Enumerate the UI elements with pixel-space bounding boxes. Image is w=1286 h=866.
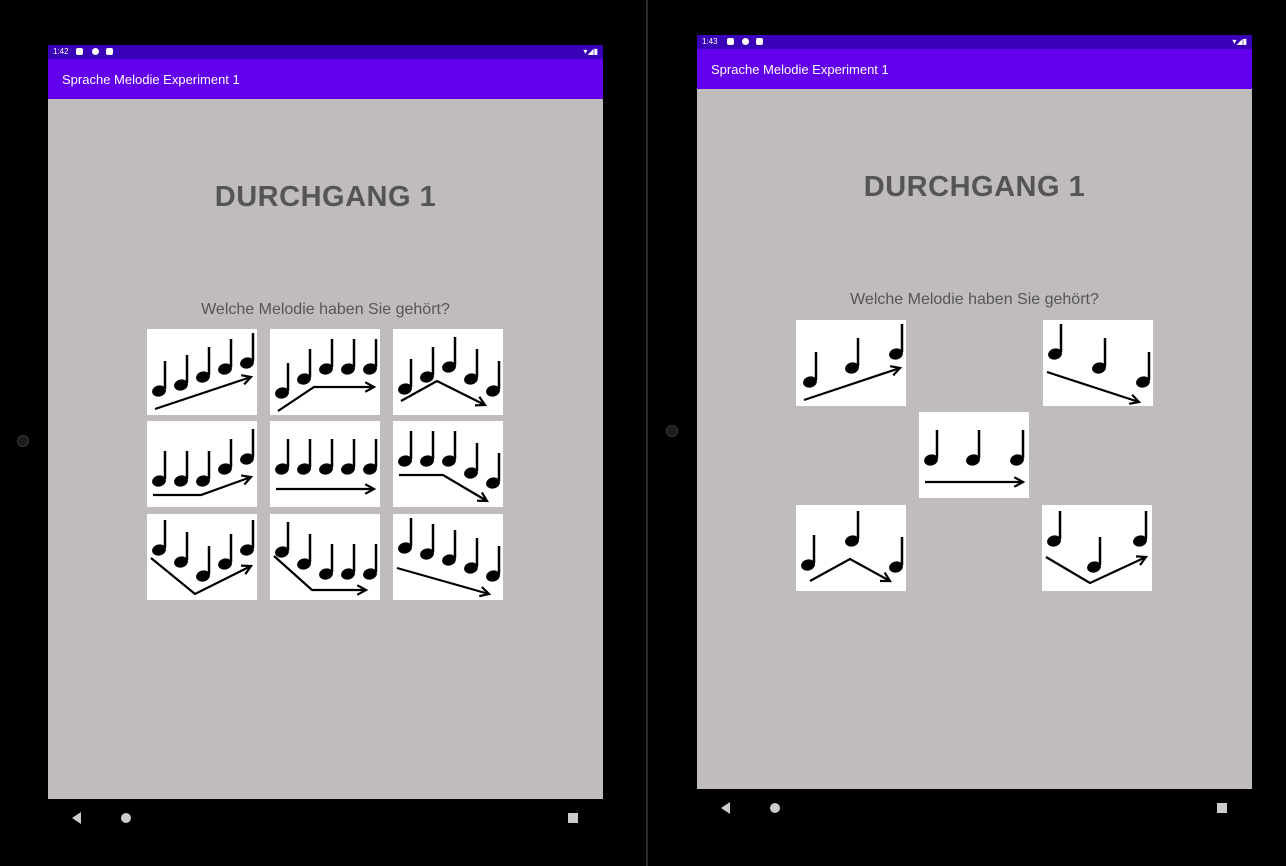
melody-arrow (400, 379, 486, 406)
melody-option-flat-then-rising[interactable] (147, 421, 257, 507)
left-device-screen: 1:42 ▾◢▮ Sprache Melodie Experiment 1 DU… (48, 45, 603, 835)
camera-icon (666, 425, 678, 437)
status-time: 1:42 (53, 47, 69, 56)
main-content: DURCHGANG 1 Welche Melodie haben Sie geh… (697, 89, 1252, 789)
melody-glyph-icon (275, 339, 378, 412)
melody-option-rising-then-flat[interactable] (270, 329, 380, 415)
melody-glyph-icon (396, 518, 501, 598)
melody-glyph-icon (273, 522, 378, 596)
home-icon[interactable] (121, 813, 131, 823)
data-saver-icon (742, 38, 749, 45)
melody-glyph-icon (275, 439, 378, 495)
battery-signal-icon: ▾◢▮ (583, 47, 598, 56)
melody-glyph-icon (152, 333, 255, 411)
recents-icon[interactable] (568, 813, 578, 823)
status-bar: 1:43 ▾◢▮ (697, 35, 1252, 49)
melody-glyph-icon (1045, 511, 1149, 585)
melody-option-flat-3-notes[interactable] (919, 412, 1029, 498)
melody-option-fall-rise-3-notes[interactable] (1042, 505, 1152, 591)
melody-glyph-icon (398, 337, 501, 407)
melody-arrow (277, 385, 374, 412)
status-bar: 1:42 ▾◢▮ (48, 45, 603, 59)
melody-option-fall-rise[interactable] (147, 514, 257, 600)
main-content: DURCHGANG 1 Welche Melodie haben Sie geh… (48, 99, 603, 799)
page-title: DURCHGANG 1 (214, 181, 437, 213)
device-divider (646, 0, 648, 866)
melody-glyph-icon (150, 520, 255, 596)
melody-arrow (809, 557, 891, 582)
melody-option-falling-then-flat[interactable] (270, 514, 380, 600)
data-saver-icon (92, 48, 99, 55)
page-title: DURCHGANG 1 (863, 171, 1086, 203)
wifi-call-icon (727, 38, 734, 45)
question-text: Welche Melodie haben Sie gehört? (201, 301, 450, 318)
back-icon[interactable] (72, 812, 81, 824)
melody-option-rising-3-notes[interactable] (796, 320, 906, 406)
melody-glyph-icon (803, 324, 904, 402)
melody-option-falling-3-notes[interactable] (1043, 320, 1153, 406)
sd-card-icon (756, 38, 763, 45)
right-device-screen: 1:43 ▾◢▮ Sprache Melodie Experiment 1 DU… (697, 35, 1252, 825)
home-icon[interactable] (770, 803, 780, 813)
melody-arrow (399, 473, 488, 502)
melody-glyph-icon (1046, 324, 1151, 405)
melody-glyph-icon (152, 429, 255, 497)
melody-option-rise-fall-3-notes[interactable] (796, 505, 906, 591)
sd-card-icon (106, 48, 113, 55)
melody-glyph-icon (801, 511, 904, 583)
melody-glyph-icon (924, 430, 1026, 488)
melody-arrow (1046, 370, 1140, 404)
back-icon[interactable] (721, 802, 730, 814)
recents-icon[interactable] (1217, 803, 1227, 813)
melody-option-flat-then-falling[interactable] (393, 421, 503, 507)
nav-bar (48, 801, 603, 835)
app-title: Sprache Melodie Experiment 1 (711, 62, 889, 77)
nav-bar (697, 791, 1252, 825)
question-text: Welche Melodie haben Sie gehört? (850, 291, 1099, 308)
camera-icon (17, 435, 29, 447)
app-bar: Sprache Melodie Experiment 1 (48, 59, 603, 99)
app-bar: Sprache Melodie Experiment 1 (697, 49, 1252, 89)
status-time: 1:43 (702, 37, 718, 46)
app-title: Sprache Melodie Experiment 1 (62, 72, 240, 87)
battery-signal-icon: ▾◢▮ (1232, 37, 1247, 46)
melody-option-rising-5-notes[interactable] (147, 329, 257, 415)
melody-glyph-icon (398, 431, 501, 503)
melody-option-falling-5-notes[interactable] (393, 514, 503, 600)
wifi-call-icon (76, 48, 83, 55)
melody-option-rise-fall[interactable] (393, 329, 503, 415)
melody-option-flat-5-notes[interactable] (270, 421, 380, 507)
